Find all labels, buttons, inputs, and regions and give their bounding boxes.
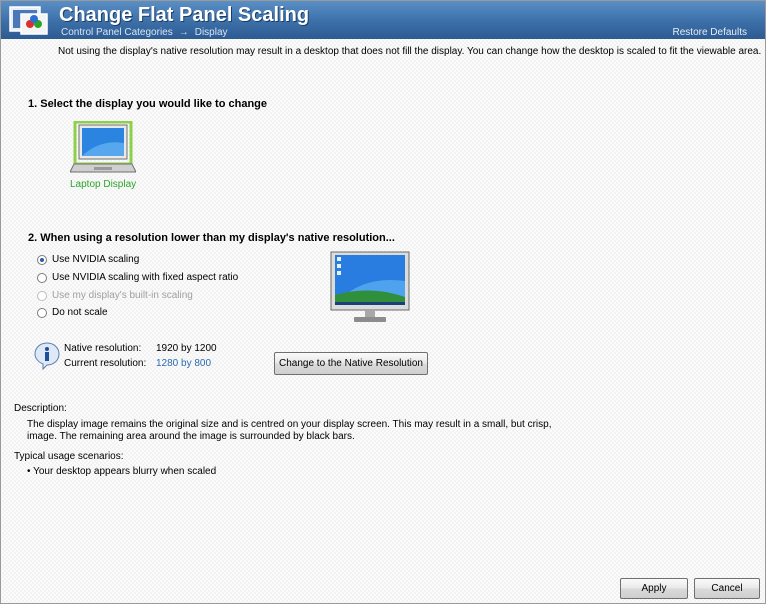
usage-scenario-item: • Your desktop appears blurry when scale… <box>27 466 217 477</box>
page-header: Change Flat Panel Scaling Control Panel … <box>1 1 765 39</box>
native-resolution-value: 1920 by 1200 <box>156 343 217 354</box>
radio-display-builtin-scaling: Use my display's built-in scaling <box>37 290 193 301</box>
radio-button-disabled <box>37 290 47 301</box>
breadcrumb: Control Panel Categories → Display <box>61 27 228 38</box>
breadcrumb-current: Display <box>194 27 228 38</box>
radio-label: Use NVIDIA scaling with fixed aspect rat… <box>52 272 239 283</box>
radio-label: Use NVIDIA scaling <box>52 254 140 265</box>
intro-text: Not using the display's native resolutio… <box>58 46 762 57</box>
change-native-resolution-button[interactable]: Change to the Native Resolution <box>274 352 428 375</box>
radio-use-nvidia-scaling[interactable]: Use NVIDIA scaling <box>37 254 139 265</box>
radio-button[interactable] <box>37 272 47 283</box>
radio-nvidia-fixed-aspect[interactable]: Use NVIDIA scaling with fixed aspect rat… <box>37 272 238 283</box>
usage-scenarios-heading: Typical usage scenarios: <box>14 451 124 462</box>
description-line-1: The display image remains the original s… <box>27 419 552 430</box>
laptop-display-label[interactable]: Laptop Display <box>70 179 136 190</box>
laptop-icon[interactable] <box>70 121 136 177</box>
current-resolution-value[interactable]: 1280 by 800 <box>156 358 211 369</box>
restore-defaults-link[interactable]: Restore Defaults <box>673 27 747 38</box>
apply-button[interactable]: Apply <box>620 578 688 599</box>
radio-label: Use my display's built-in scaling <box>52 290 193 301</box>
radio-do-not-scale[interactable]: Do not scale <box>37 307 108 318</box>
current-resolution-label: Current resolution: <box>64 358 147 369</box>
cancel-button[interactable]: Cancel <box>694 578 760 599</box>
radio-button[interactable] <box>37 307 47 318</box>
info-icon <box>34 342 60 371</box>
page-title: Change Flat Panel Scaling <box>59 4 310 26</box>
nvidia-control-panel-icon <box>9 6 48 35</box>
section1-title: 1. Select the display you would like to … <box>28 98 268 110</box>
radio-button-checked[interactable] <box>37 254 47 265</box>
description-heading: Description: <box>14 403 67 414</box>
breadcrumb-separator: → <box>178 27 189 38</box>
description-line-2: image. The remaining area around the ima… <box>27 431 355 442</box>
breadcrumb-parent[interactable]: Control Panel Categories <box>61 27 173 38</box>
radio-label: Do not scale <box>52 307 108 318</box>
native-resolution-label: Native resolution: <box>64 343 142 354</box>
monitor-preview-icon <box>330 251 410 322</box>
section2-title: 2. When using a resolution lower than my… <box>28 232 395 244</box>
